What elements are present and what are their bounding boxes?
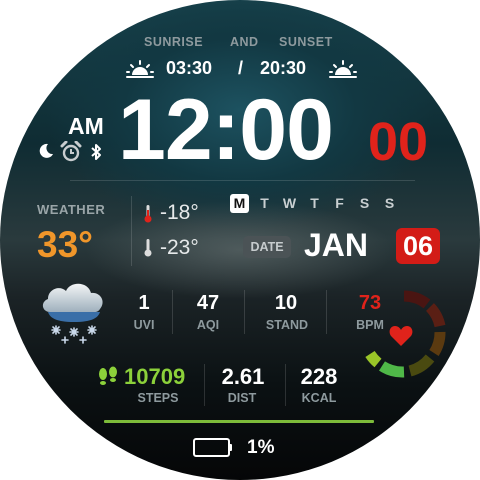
thermometer-high-icon [144, 205, 152, 223]
watch-face: SUNRISE AND SUNSET 03:30 / 20:30 AM 12:0… [0, 0, 480, 480]
time-hours-minutes: 12:00 [118, 82, 334, 178]
time-seconds: 00 [368, 112, 429, 172]
battery-icon [193, 438, 232, 457]
kcal-label: KCAL [301, 391, 337, 405]
kcal-value: 228 [300, 364, 338, 389]
distance-label: DIST [227, 391, 257, 405]
thermometer-low-icon [144, 239, 152, 257]
weekday-s2: S [384, 195, 395, 211]
weekday-row: M T W T F S S [230, 194, 399, 213]
weather-label: WEATHER [37, 202, 106, 217]
sunrise-time: 03:30 [166, 58, 213, 78]
sunset-icon [329, 60, 357, 78]
ampm-indicator: AM [68, 113, 104, 139]
activity-divider-1 [204, 364, 205, 406]
moon-icon [39, 143, 53, 158]
weekday-t2: T [310, 195, 319, 211]
distance-value: 2.61 [221, 364, 265, 389]
sunrise-icon [126, 60, 154, 78]
date-day: 06 [396, 228, 440, 264]
metric-divider-3 [326, 290, 327, 334]
uvi-label: UVI [133, 318, 155, 332]
stand-value: 10 [274, 292, 298, 314]
weekday-f: F [335, 195, 344, 211]
sun-separator: / [238, 58, 244, 78]
weather-divider [131, 196, 132, 266]
metric-divider-2 [244, 290, 245, 334]
weekday-w: W [282, 195, 297, 211]
weekday-s: S [359, 195, 370, 211]
date-label: DATE [243, 236, 291, 258]
steps-value: 10709 [124, 364, 186, 389]
weekday-t: T [260, 195, 269, 211]
stand-label: STAND [265, 318, 309, 332]
sunset-time: 20:30 [260, 58, 307, 78]
footprints-icon [99, 366, 117, 385]
snow-cloud-icon [42, 283, 103, 344]
top-divider [70, 180, 415, 181]
weekday-m: M [230, 194, 249, 213]
uvi-value: 1 [138, 292, 150, 314]
and-label: AND [230, 35, 259, 49]
weather-high: -18° [160, 201, 199, 224]
heart-icon [389, 326, 413, 346]
sunrise-label: SUNRISE [144, 35, 204, 49]
sunset-label: SUNSET [279, 35, 333, 49]
date-month: JAN [304, 227, 369, 263]
weather-low: -23° [160, 236, 199, 259]
battery-percent: 1% [247, 437, 275, 458]
weather-temperature: 33° [37, 224, 93, 265]
aqi-value: 47 [196, 292, 220, 314]
steps-label: STEPS [137, 391, 179, 405]
alarm-icon [60, 141, 82, 162]
aqi-label: AQI [196, 318, 220, 332]
bluetooth-icon [91, 144, 101, 160]
activity-progress-line [104, 420, 374, 423]
